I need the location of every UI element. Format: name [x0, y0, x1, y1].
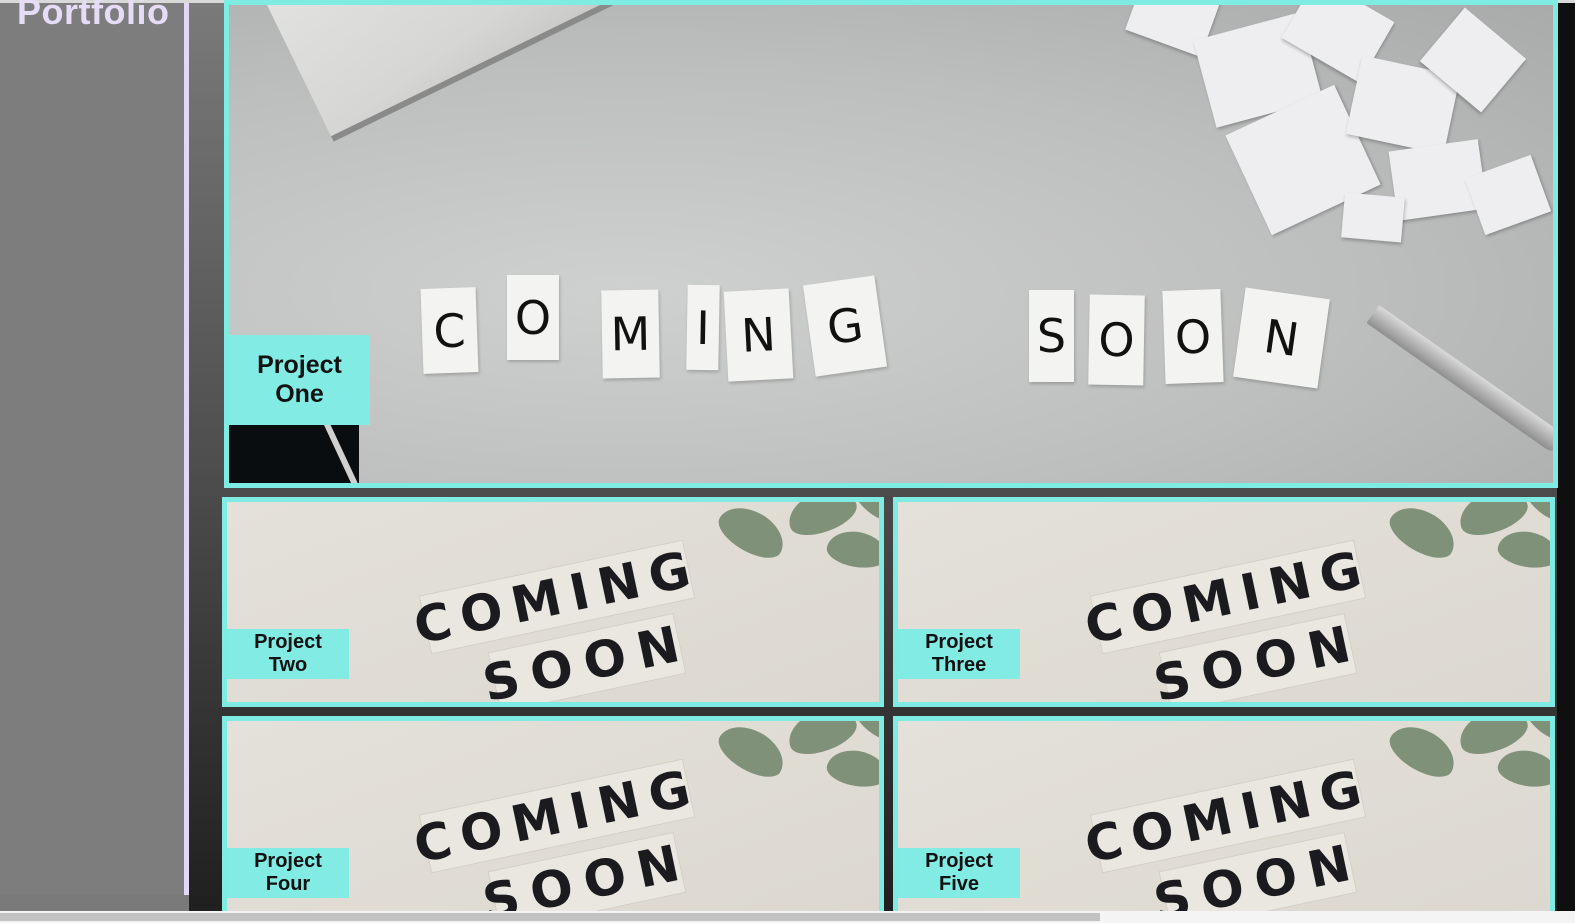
letter-tile: I [686, 284, 720, 371]
project-label-line2: Two [268, 654, 308, 676]
letter-tile: O [1088, 294, 1145, 386]
eucalyptus-leaves [1348, 502, 1550, 582]
project-card-two[interactable]: COMING SOON Project Two [222, 497, 884, 707]
project-label[interactable]: Project Four [227, 848, 349, 898]
project-label-line2: Three [931, 654, 987, 676]
letter-tile: O [1162, 289, 1224, 384]
eucalyptus-leaves [1348, 721, 1550, 801]
eucalyptus-leaves [677, 721, 879, 801]
project-label-line2: Four [265, 873, 311, 895]
project-label[interactable]: Project Two [227, 629, 349, 679]
project-label-line1: Project [254, 631, 322, 653]
letter-tile: G [802, 275, 888, 377]
letter-tile: N [723, 288, 794, 382]
project-label-line2: One [275, 380, 324, 408]
project-card-one[interactable]: C O M I N G S O O N Project One [224, 0, 1558, 488]
project-card-three[interactable]: COMING SOON Project Three [893, 497, 1555, 707]
project-label-line1: Project [925, 850, 993, 872]
letter-tile: N [1233, 287, 1330, 389]
sidebar: Portfolio [0, 0, 186, 895]
page-edge [1557, 3, 1575, 913]
project-label-line2: Five [938, 873, 980, 895]
project-label[interactable]: Project Three [898, 629, 1020, 679]
letter-tile: C [420, 287, 479, 374]
project-label-line1: Project [254, 850, 322, 872]
paper-scraps [1093, 5, 1553, 275]
scrollbar-thumb[interactable] [0, 913, 1100, 921]
project-label[interactable]: Project Five [898, 848, 1020, 898]
project-card-four[interactable]: COMING SOON Project Four [222, 716, 884, 923]
letter-tile: S [1029, 290, 1074, 382]
scissors-image-detail [1366, 305, 1553, 455]
project-card-five[interactable]: COMING SOON Project Five [893, 716, 1555, 923]
letter-tile: M [601, 289, 660, 379]
project-label[interactable]: Project One [229, 335, 370, 425]
dark-object-detail [229, 425, 359, 483]
horizontal-scrollbar[interactable] [0, 911, 1575, 923]
letter-tile: O [507, 275, 559, 360]
coming-soon-photo: C O M I N G S O O N [229, 5, 1553, 483]
project-label-line1: Project [925, 631, 993, 653]
project-label-line1: Project [257, 351, 342, 380]
laptop-image-detail [229, 5, 1017, 142]
eucalyptus-leaves [677, 502, 879, 582]
site-title: Portfolio [17, 0, 170, 32]
